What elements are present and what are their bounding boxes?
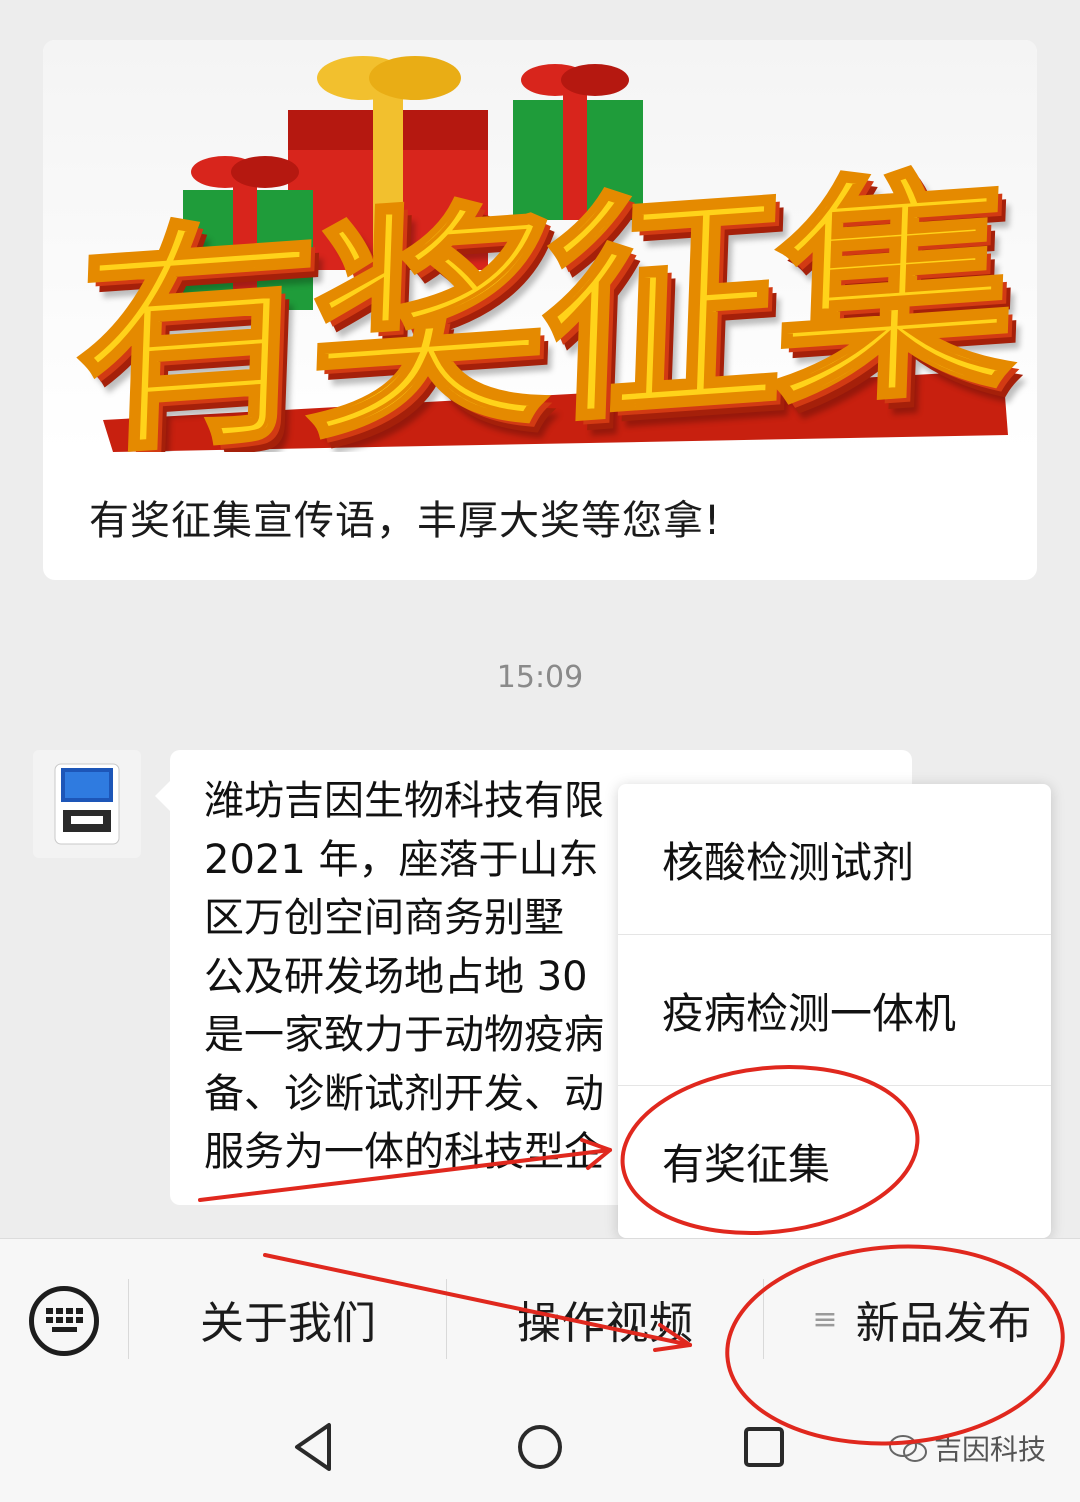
menu-divider (128, 1279, 129, 1359)
menu-new-product-release[interactable]: ≡ 新品发布 (764, 1279, 1080, 1359)
submenu-item-nucleic-acid-reagent[interactable]: 核酸检测试剂 (618, 784, 1051, 935)
official-account-menu-bar: 关于我们 操作视频 ≡ 新品发布 (0, 1238, 1080, 1394)
submenu-list-icon: ≡ (812, 1301, 838, 1337)
message-timestamp: 15:09 (496, 660, 584, 695)
article-card[interactable]: 有奖征集 有奖征集宣传语，丰厚大奖等您拿! (43, 40, 1037, 580)
menu-new-product-release-label: 新品发布 (855, 1298, 1032, 1349)
banner-image: 有奖征集 (43, 40, 1037, 452)
article-caption[interactable]: 有奖征集宣传语，丰厚大奖等您拿! (89, 488, 1007, 546)
keyboard-toggle-button[interactable] (29, 1286, 99, 1356)
menu-operation-video[interactable]: 操作视频 (447, 1279, 763, 1359)
watermark: 吉因科技 (888, 1428, 1046, 1468)
bubble-tail (155, 780, 171, 812)
banner-title: 有奖征集 (69, 141, 1015, 452)
recents-icon[interactable] (734, 1417, 794, 1477)
home-icon[interactable] (510, 1417, 570, 1477)
product-device-avatar-icon (54, 763, 120, 845)
submenu-item-disease-detector[interactable]: 疫病检测一体机 (618, 935, 1051, 1086)
submenu-item-prize-solicitation[interactable]: 有奖征集 (618, 1086, 1051, 1237)
menu-about-us[interactable]: 关于我们 (130, 1279, 446, 1359)
watermark-text: 吉因科技 (933, 1433, 1046, 1466)
avatar[interactable] (33, 750, 141, 858)
back-icon[interactable] (285, 1417, 345, 1477)
keyboard-icon (46, 1308, 83, 1332)
submenu-popup: 核酸检测试剂 疫病检测一体机 有奖征集 (618, 784, 1051, 1238)
wechat-icon (888, 1435, 927, 1462)
